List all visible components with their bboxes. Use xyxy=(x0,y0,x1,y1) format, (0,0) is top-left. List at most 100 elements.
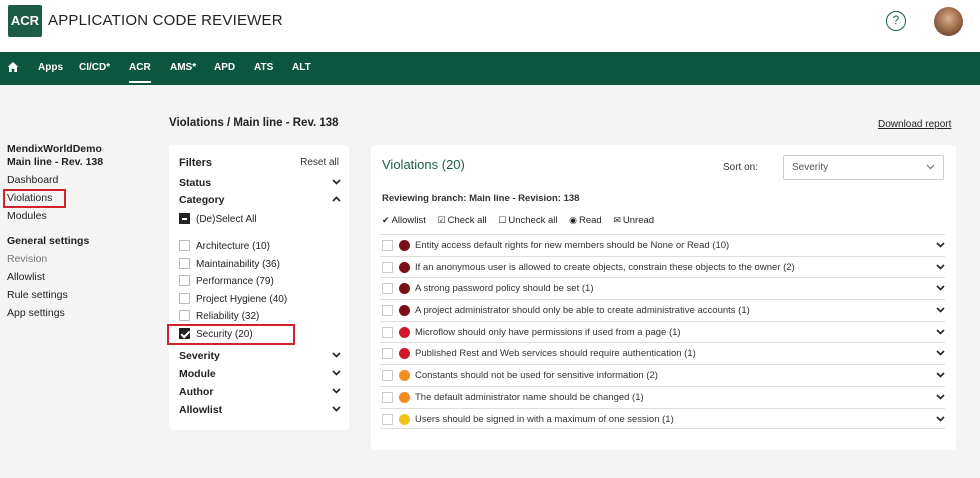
sort-label: Sort on: xyxy=(723,162,759,173)
category-label: Project Hygiene (40) xyxy=(196,293,288,305)
nav-alt[interactable]: ALT xyxy=(292,52,311,85)
violation-row[interactable]: Constants should not be used for sensiti… xyxy=(380,364,945,386)
empty-box-icon: ☐ xyxy=(498,215,507,225)
mark-read-button[interactable]: ◉ Read xyxy=(569,215,602,226)
home-icon[interactable] xyxy=(7,61,19,73)
nav-acr[interactable]: ACR xyxy=(129,52,151,83)
uncheck-all-button[interactable]: ☐ Uncheck all xyxy=(498,215,557,226)
mark-unread-button[interactable]: ✉ Unread xyxy=(613,215,654,226)
row-checkbox[interactable] xyxy=(382,261,393,273)
chevron-down-icon[interactable] xyxy=(936,257,945,278)
nav-ats[interactable]: ATS xyxy=(254,52,273,85)
chevron-down-icon[interactable] xyxy=(936,300,945,321)
filter-severity-toggle[interactable]: Severity xyxy=(179,349,341,363)
violation-row[interactable]: Users should be signed in with a maximum… xyxy=(380,407,945,430)
filter-category-toggle[interactable]: Category xyxy=(179,193,341,207)
violation-text: Users should be signed in with a maximum… xyxy=(415,413,674,425)
chevron-down-icon[interactable] xyxy=(936,278,945,299)
filter-module-toggle[interactable]: Module xyxy=(179,367,341,381)
help-icon[interactable]: ? xyxy=(886,11,906,31)
violations-list: Entity access default rights for new mem… xyxy=(380,234,945,430)
row-checkbox[interactable] xyxy=(382,326,393,338)
sort-select[interactable]: Severity xyxy=(783,155,944,180)
allowlist-label: Allowlist xyxy=(391,215,426,226)
sidebar-item-rule-settings[interactable]: Rule settings xyxy=(7,286,117,304)
user-avatar[interactable] xyxy=(934,7,963,36)
checkbox[interactable] xyxy=(179,240,190,251)
category-reliability[interactable]: Reliability (32) xyxy=(179,310,259,323)
checkbox[interactable] xyxy=(179,310,190,321)
filters-title: Filters xyxy=(179,157,213,169)
check-all-button[interactable]: ☑ Check all xyxy=(438,215,487,226)
allowlist-button[interactable]: ✔ Allowlist xyxy=(382,215,426,226)
sidebar-item-modules[interactable]: Modules xyxy=(7,207,117,225)
violation-row[interactable]: A project administrator should only be a… xyxy=(380,299,945,321)
chevron-down-icon xyxy=(926,156,935,179)
nav-ams[interactable]: AMS* xyxy=(170,52,196,85)
sidebar-item-allowlist[interactable]: Allowlist xyxy=(7,268,117,286)
chevron-down-icon[interactable] xyxy=(936,235,945,256)
sidebar-item-dashboard[interactable]: Dashboard xyxy=(7,171,117,189)
chevron-down-icon[interactable] xyxy=(936,322,945,343)
row-checkbox[interactable] xyxy=(382,391,393,403)
uncheck-all-label: Uncheck all xyxy=(508,215,558,226)
violation-row[interactable]: A strong password policy should be set (… xyxy=(380,277,945,299)
checkbox[interactable] xyxy=(179,257,190,269)
severity-dot-icon xyxy=(399,348,410,360)
violation-text: Microflow should only have permissions i… xyxy=(415,326,681,338)
violation-row[interactable]: The default administrator name should be… xyxy=(380,385,945,408)
nav-apd[interactable]: APD xyxy=(214,52,235,85)
chevron-up-icon xyxy=(332,193,341,207)
category-performance[interactable]: Performance (79) xyxy=(179,275,274,288)
deselect-all-label: (De)Select All xyxy=(196,214,257,225)
chevron-down-icon xyxy=(332,367,341,381)
chevron-down-icon[interactable] xyxy=(936,409,945,430)
app-title: APPLICATION CODE REVIEWER xyxy=(48,12,283,29)
sort-value: Severity xyxy=(792,162,829,173)
chevron-down-icon xyxy=(332,176,341,190)
nav-cicd[interactable]: CI/CD* xyxy=(79,52,110,85)
row-checkbox[interactable] xyxy=(382,413,393,425)
download-report-link[interactable]: Download report xyxy=(878,119,951,130)
violation-row[interactable]: Published Rest and Web services should r… xyxy=(380,342,945,364)
nav-apps[interactable]: Apps xyxy=(38,52,63,85)
chevron-down-icon[interactable] xyxy=(936,343,945,364)
reset-all-link[interactable]: Reset all xyxy=(300,157,339,168)
violation-text: If an anonymous user is allowed to creat… xyxy=(415,261,795,273)
violation-row[interactable]: Microflow should only have permissions i… xyxy=(380,320,945,343)
category-label: Reliability (32) xyxy=(196,311,260,322)
filters-panel: Filters Reset all Status Category (De)Se… xyxy=(167,145,349,430)
filter-author-toggle[interactable]: Author xyxy=(179,385,341,399)
row-checkbox[interactable] xyxy=(382,283,393,295)
violation-row[interactable]: If an anonymous user is allowed to creat… xyxy=(380,255,945,278)
severity-dot-icon xyxy=(399,240,410,251)
category-maintainability[interactable]: Maintainability (36) xyxy=(179,257,280,271)
severity-dot-icon xyxy=(399,370,410,382)
filter-status-toggle[interactable]: Status xyxy=(179,176,341,190)
chevron-down-icon[interactable] xyxy=(936,387,945,408)
category-project-hygiene[interactable]: Project Hygiene (40) xyxy=(179,292,288,306)
security-highlight-box xyxy=(167,324,295,345)
checkbox[interactable] xyxy=(179,275,190,286)
read-label: Read xyxy=(578,215,602,226)
filter-allowlist-label: Allowlist xyxy=(179,404,223,416)
violations-highlight-box xyxy=(3,189,66,208)
filter-allowlist-toggle[interactable]: Allowlist xyxy=(179,403,341,417)
row-checkbox[interactable] xyxy=(382,370,393,382)
violation-row[interactable]: Entity access default rights for new mem… xyxy=(380,234,945,256)
row-checkbox[interactable] xyxy=(382,240,393,251)
reviewing-branch: Reviewing branch: Main line - Revision: … xyxy=(382,193,580,204)
row-checkbox[interactable] xyxy=(382,305,393,317)
checkbox[interactable] xyxy=(179,292,190,304)
filter-author-label: Author xyxy=(179,386,214,398)
acr-logo[interactable]: ACR xyxy=(8,5,42,37)
chevron-down-icon[interactable] xyxy=(936,365,945,386)
severity-dot-icon xyxy=(399,326,410,338)
category-architecture[interactable]: Architecture (10) xyxy=(179,240,270,253)
violation-text: The default administrator name should be… xyxy=(415,391,644,403)
row-checkbox[interactable] xyxy=(382,348,393,360)
top-nav: Apps CI/CD* ACR AMS* APD ATS ALT xyxy=(0,52,980,85)
deselect-all-checkbox[interactable]: (De)Select All xyxy=(179,213,257,226)
sidebar-item-app-settings[interactable]: App settings xyxy=(7,304,117,322)
partial-checkbox-icon xyxy=(179,213,190,224)
